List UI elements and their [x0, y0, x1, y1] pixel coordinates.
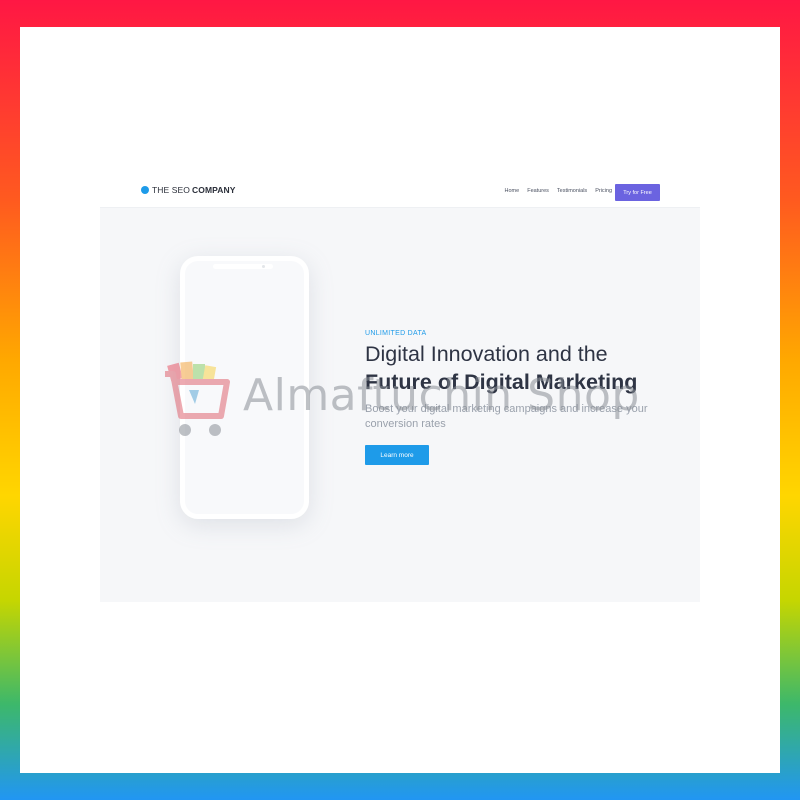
nav-links: Home Features Testimonials Pricing — [505, 188, 612, 194]
phone-mockup — [180, 256, 309, 519]
hero-headline-line1: Digital Innovation and the — [365, 342, 608, 366]
nav-link-testimonials[interactable]: Testimonials — [557, 188, 587, 194]
phone-camera-icon — [262, 265, 265, 268]
hero-section: UNLIMITED DATA Digital Innovation and th… — [100, 208, 700, 602]
brand-logo[interactable]: THE SEO COMPANY — [141, 185, 236, 195]
hero-eyebrow: UNLIMITED DATA — [365, 330, 427, 337]
hero-subtext: Boost your digital marketing campaigns a… — [365, 403, 648, 430]
brand-name-bold: COMPANY — [192, 185, 236, 195]
learn-more-button[interactable]: Learn more — [365, 445, 429, 465]
nav-link-features[interactable]: Features — [527, 188, 549, 194]
website-preview: THE SEO COMPANY Home Features Testimonia… — [100, 176, 700, 602]
nav-link-pricing[interactable]: Pricing — [595, 188, 612, 194]
brand-name-light: THE SEO — [152, 185, 191, 195]
try-for-free-button[interactable]: Try for Free — [615, 184, 660, 201]
nav-link-home[interactable]: Home — [505, 188, 520, 194]
hero-headline-line2: Future of Digital Marketing — [365, 370, 638, 394]
brand-dot-icon — [141, 186, 149, 194]
navbar: THE SEO COMPANY Home Features Testimonia… — [100, 176, 700, 208]
